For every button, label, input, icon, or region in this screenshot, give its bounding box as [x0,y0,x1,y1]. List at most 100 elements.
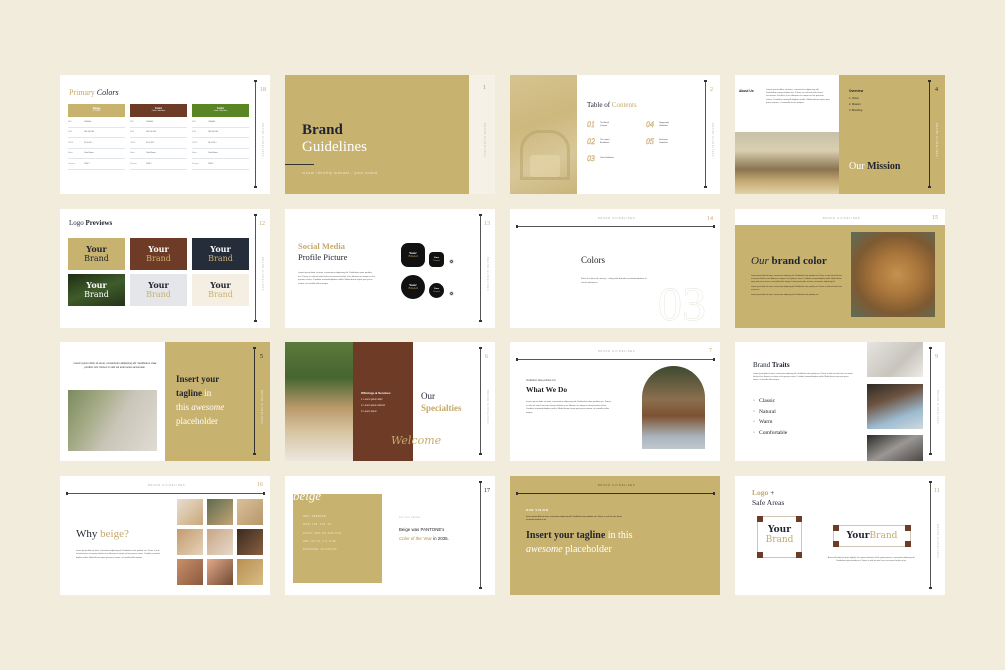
tagline-part: this [176,402,190,412]
slide-title: Brand Traits [753,361,790,369]
spec-list: HEX: #BBB04B RGB: 136, 175, 75 CMYK: 36% 0… [303,513,341,554]
horizontal-rule [516,358,715,361]
page-number: 2 [710,87,713,93]
trait-item: • Classic [753,396,787,407]
slide-what-we-do[interactable]: BRAND GUIDELINES 7 Vestibulum vitae port… [510,342,720,461]
tagline-part: awesome [526,544,563,555]
trait-label: Warm [758,419,773,425]
spec-value: 20 10 50 1 [84,141,93,144]
slide-table-of-contents[interactable]: Table of Contents 01 The Brand Concept 02 T… [510,75,720,194]
photo-book [867,342,923,377]
logo-line: Brand [208,254,233,263]
spec-value: 20 10 50 1 [146,141,155,144]
title-part: Primary [69,88,95,97]
corner-marker [796,552,802,558]
slide-brand-traits[interactable]: Brand Traits Lorem ipsum dolor sit amet,… [735,342,945,461]
photo-grid [177,499,263,585]
logo-line: Brand [146,290,171,299]
side-label: BRAND GUIDELINES [486,390,489,425]
slide-primary-colors[interactable]: Primary Colors Beige 90 10900 HEX #000000… [60,75,270,194]
bullet-icon: • [753,408,755,415]
slide-colors-section[interactable]: BRAND GUIDELINES 14 03 Colors Fonts & co… [510,209,720,328]
profile-picture-preview: Your Brand [401,243,425,267]
toc-item[interactable]: 02 The Logo & Brandmark [587,137,616,146]
slide-tagline[interactable]: Lorem ipsum dolor sit amet, consectetur … [60,342,270,461]
about-label: About Us [739,89,754,93]
vertical-rule [254,80,257,188]
logo-line: Brand [146,254,171,263]
swatch-spec-row: HEX #000000 [192,117,249,128]
mission-title: Our Mission [849,161,900,172]
body-text: Lorem ipsum dolor sit amet, consectetur … [526,516,622,522]
page-number: 7 [709,348,712,354]
swatch-spec-row: CMYK 20 10 50 1 [68,138,125,149]
logo-part: Brand [869,531,898,541]
logo-tile-grid: Your Brand Your Brand Your Brand Your Brand Your… [68,238,249,306]
spec-line: HEX: #BBB04B [303,515,326,518]
toc-item[interactable]: 05 Stationery Guidelines [646,137,675,146]
swatch-spec-row: Pantone 1234 C [130,159,187,170]
slide-specialties[interactable]: Offerings & Services 1. Lorem ipsum dolo… [285,342,495,461]
spec-value: 1234 C [146,162,152,165]
slide-cover[interactable]: Brand Guidelines visual identity manual … [285,75,495,194]
spec-key: Pantone [68,162,75,165]
vision-tagline: Insert your tagline in this awesome plac… [526,529,633,557]
page-number: 18 [260,87,266,93]
title-line: Guidelines [302,139,367,155]
slide-why-beige[interactable]: BRAND GUIDELINES 16 Why beige? Lorem ips… [60,476,270,595]
title-part: Contents [611,101,637,109]
toc-item[interactable]: 01 The Brand Concept [587,120,616,129]
logo-tile: Your Brand [192,274,249,306]
title-part: Our [751,255,769,267]
pillow-shape [530,155,560,177]
trait-item: • Comfortable [753,428,787,439]
safe-area-square: Your Brand [757,516,802,558]
toc-label: Color Guidelines [600,157,614,159]
body-text: Lorem ipsum dolor sit amet, consectetur … [73,362,157,369]
traits-list: • Classic • Natural • Warm • Comfortable [753,396,787,438]
title-part: Why [76,528,98,540]
toc-item[interactable]: 04 Typography Guidelines [646,120,675,129]
beige-photo-tile [177,499,203,525]
trait-item: • Warm [753,417,787,428]
body-text: Fonts & colors (of course) – along with … [581,278,647,284]
logo-part: Brand [765,535,794,545]
kicker-text: DID YOU KNOW? [399,517,421,519]
page-number: 13 [484,221,490,227]
slide-our-mission[interactable]: About Us Lorem ipsum dolor sit amet, con… [735,75,945,194]
paragraph: Lorem ipsum dolor sit amet, consectetur … [751,294,819,296]
spec-key: HEX [192,120,196,123]
spec-value: 100 100 100 [84,131,94,134]
swatch-spec-row: Name Color Name [130,149,187,159]
trait-label: Classic [758,398,776,404]
spec-key: RGB [192,131,196,134]
arch-photo [642,366,705,449]
spec-value: Color Name [84,152,94,155]
offerings-list: 1. Lorem ipsum dolor 2. Lorem ipsum dolor… [361,397,385,415]
slide-logo-previews[interactable]: Logo Previews Your Brand Your Brand Your Bran… [60,209,270,328]
slide-safe-areas[interactable]: Logo + Safe Areas Your Brand YourBrand A… [735,476,945,595]
slide-brand-color[interactable]: BRAND GUIDELINES 15 Our brand color Lore… [735,209,945,328]
overview-list: 1. Vision 2. Mission 3. Branding [849,96,862,114]
slide-beige-spec[interactable]: beige HEX: #BBB04B RGB: 136, 175, 75 CMYK:… [285,476,495,595]
title-line: Brand [302,122,343,138]
title-part: Our [849,161,865,172]
spec-key: Pantone [130,162,137,165]
swatch-spec-row: Name Color Name [192,149,249,159]
side-label: BRAND GUIDELINES [483,123,486,158]
tagline-part: in this [607,530,633,541]
fact-part: Beige was PANTONE's [399,527,445,532]
toc-item[interactable]: 03 Color Guidelines [587,154,616,163]
side-label: BRAND GUIDELINES [711,123,714,158]
slide-vision[interactable]: BRAND GUIDELINES OUR VISION Lorem ipsum … [510,476,720,595]
slide-social-media[interactable]: Social Media Profile Picture Lorem ipsum… [285,209,495,328]
swatch-spec-row: CMYK 20 10 50 1 [130,138,187,149]
divider [285,164,314,165]
swatch-spec-row: HEX #000000 [130,117,187,128]
photo-fabric [867,435,923,461]
toc-label: Typography Guidelines [659,121,669,127]
logo-line: Your [210,280,231,290]
trait-label: Natural [758,408,776,415]
profile-picture-preview: Your Brand [401,275,425,299]
offerings-title: Offerings & Services [361,391,391,395]
